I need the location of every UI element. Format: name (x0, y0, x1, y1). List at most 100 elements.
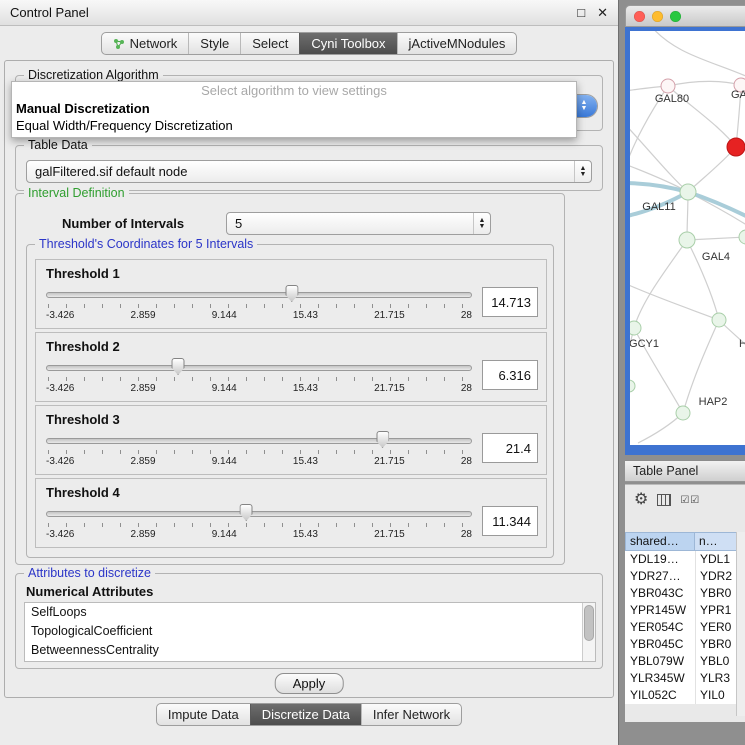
attributes-list[interactable]: SelfLoopsTopologicalCoefficientBetweenne… (24, 602, 596, 662)
network-edge (687, 237, 745, 240)
table-panel-title: Table Panel (633, 464, 698, 478)
table-row[interactable]: YBR043CYBR0 (625, 585, 745, 602)
table-row[interactable]: YDR27…YDR2 (625, 568, 745, 585)
tab-label: Select (252, 36, 288, 51)
tab-infer-network[interactable]: Infer Network (361, 704, 461, 725)
threshold-panel: Threshold 4-3.4262.8599.14415.4321.71528… (35, 478, 547, 548)
scale-label: -3.426 (46, 383, 74, 394)
threshold-slider[interactable]: -3.4262.8599.14415.4321.71528 (46, 504, 472, 542)
scale-label: 28 (461, 529, 472, 540)
table-panel-titlebar: Table Panel (625, 460, 745, 482)
table-data-combobox[interactable]: galFiltered.sif default node ▲ ▼ (26, 160, 592, 183)
cyni-mode-tabs: Impute DataDiscretize DataInfer Network (156, 703, 462, 726)
network-edge (668, 81, 741, 86)
slider-ticks (48, 377, 470, 381)
close-light-icon[interactable] (634, 11, 645, 22)
interval-definition-label: Interval Definition (24, 186, 129, 200)
network-node[interactable] (727, 138, 745, 156)
tab-jactivemnodules[interactable]: jActiveMNodules (397, 33, 517, 54)
minimize-light-icon[interactable] (652, 11, 663, 22)
number-of-intervals-combobox[interactable]: 5 ▲ ▼ (226, 212, 491, 235)
slider-track[interactable] (46, 438, 472, 444)
tab-impute-data[interactable]: Impute Data (157, 704, 250, 725)
threshold-value-field[interactable]: 11.344 (482, 506, 538, 536)
scrollbar[interactable] (582, 603, 595, 661)
network-node[interactable] (661, 79, 675, 93)
close-icon[interactable]: ✕ (597, 5, 608, 21)
columns-icon[interactable] (657, 494, 671, 506)
tab-select[interactable]: Select (240, 33, 299, 54)
table-row[interactable]: YBR045CYBR0 (625, 636, 745, 653)
network-edge (688, 192, 745, 218)
apply-button[interactable]: Apply (275, 673, 344, 694)
gear-icon[interactable]: ⚙ (634, 492, 648, 508)
table-row[interactable]: YBL079WYBL0 (625, 653, 745, 670)
slider-track[interactable] (46, 292, 472, 298)
slider-thumb[interactable] (172, 358, 185, 375)
column-header-shared-name[interactable]: shared… (625, 532, 695, 551)
algorithm-option[interactable]: Equal Width/Frequency Discretization (12, 117, 576, 134)
slider-scale: -3.4262.8599.14415.4321.71528 (46, 529, 472, 540)
threshold-value-field[interactable]: 14.713 (482, 287, 538, 317)
table-row[interactable]: YDL19…YDL1 (625, 551, 745, 568)
table-cell: YIL052C (625, 687, 695, 704)
scrollbar-thumb[interactable] (584, 605, 594, 641)
zoom-light-icon[interactable] (670, 11, 681, 22)
scale-label: 21.715 (374, 529, 405, 540)
table-scrollbar[interactable] (736, 532, 745, 716)
threshold-label: Threshold 1 (46, 266, 538, 281)
network-node[interactable] (712, 313, 726, 327)
network-edge (630, 283, 719, 320)
network-edge (634, 240, 687, 328)
tab-cyni-toolbox[interactable]: Cyni Toolbox (299, 33, 396, 54)
attribute-item[interactable]: BetweennessCentrality (25, 641, 595, 660)
algorithm-option[interactable]: Manual Discretization (12, 100, 576, 117)
network-node[interactable] (739, 230, 745, 244)
checkbox-icons[interactable]: ☑☑ (680, 495, 700, 506)
tab-style[interactable]: Style (188, 33, 240, 54)
number-of-intervals-value: 5 (227, 216, 473, 231)
scale-label: 2.859 (131, 383, 156, 394)
threshold-panel: Threshold 1 -3.4262.8599.14415.4321.71528… (35, 259, 547, 329)
slider-scale: -3.4262.8599.14415.4321.71528 (46, 383, 472, 394)
network-canvas[interactable]: GAL80GAGAL11GAL4GCY1HAP2H (630, 31, 745, 445)
slider-track[interactable] (46, 365, 472, 371)
network-node[interactable] (679, 232, 695, 248)
slider-track[interactable] (46, 511, 472, 517)
numerical-attributes-label: Numerical Attributes (26, 584, 153, 599)
scale-label: 15.43 (293, 456, 318, 467)
network-node-label: GCY1 (630, 338, 659, 350)
thresholds-group-label: Threshold's Coordinates for 5 Intervals (35, 237, 257, 251)
attribute-item[interactable]: SelfLoops (25, 603, 595, 622)
table-row[interactable]: YIL052CYIL0 (625, 687, 745, 704)
table-cell: YBR043C (625, 585, 695, 602)
table-row[interactable]: YER054CYER0 (625, 619, 745, 636)
network-node[interactable] (630, 321, 641, 335)
scale-label: 15.43 (293, 310, 318, 321)
control-panel-window: Control Panel □ ✕ NetworkStyleSelectCyni… (0, 0, 619, 745)
network-node[interactable] (630, 380, 635, 392)
combobox-stepper-icon[interactable]: ▲ ▼ (473, 213, 490, 234)
slider-thumb[interactable] (285, 285, 298, 302)
threshold-value-field[interactable]: 21.4 (482, 433, 538, 463)
attribute-item[interactable]: TopologicalCoefficient (25, 622, 595, 641)
network-node[interactable] (680, 184, 696, 200)
table-row[interactable]: YLR345WYLR3 (625, 670, 745, 687)
tab-network[interactable]: Network (102, 33, 189, 54)
table-rows: YDL19…YDL1YDR27…YDR2YBR043CYBR0YPR145WYP… (625, 551, 745, 704)
threshold-slider[interactable]: -3.4262.8599.14415.4321.71528 (46, 358, 472, 396)
threshold-slider[interactable]: -3.4262.8599.14415.4321.71528 (46, 285, 472, 323)
slider-thumb[interactable] (376, 431, 389, 448)
table-row[interactable]: YPR145WYPR1 (625, 602, 745, 619)
threshold-value-field[interactable]: 6.316 (482, 360, 538, 390)
combobox-stepper-icon[interactable]: ▲ ▼ (574, 161, 591, 182)
threshold-slider[interactable]: -3.4262.8599.14415.4321.71528 (46, 431, 472, 469)
table-panel-toolbar: ⚙ ☑☑ (625, 485, 745, 515)
slider-thumb[interactable] (240, 504, 253, 521)
tab-discretize-data[interactable]: Discretize Data (250, 704, 361, 725)
network-icon (113, 38, 125, 50)
attributes-group-label: Attributes to discretize (24, 566, 155, 580)
number-of-intervals-label: Number of Intervals (62, 216, 184, 231)
float-window-icon[interactable]: □ (577, 5, 585, 20)
network-node[interactable] (676, 406, 690, 420)
